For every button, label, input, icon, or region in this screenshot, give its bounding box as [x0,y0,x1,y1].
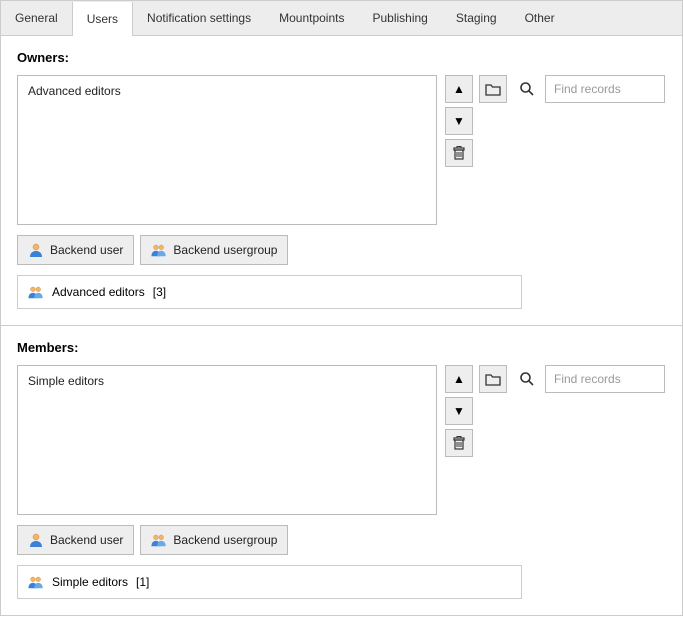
group-icon [151,532,167,548]
folder-icon [485,371,501,387]
record-label: Simple editors [52,575,128,589]
members-backend-user-button[interactable]: Backend user [17,525,134,555]
panel: General Users Notification settings Moun… [0,0,683,616]
members-list-row: Simple editors ▲ ▼ [17,365,666,515]
tab-users[interactable]: Users [72,2,133,36]
triangle-down-icon: ▼ [453,404,465,418]
folder-icon [485,81,501,97]
search-icon [519,81,535,97]
members-move-down-button[interactable]: ▼ [445,397,473,425]
members-delete-button[interactable] [445,429,473,457]
group-icon [151,242,167,258]
members-browse-button[interactable] [479,365,507,393]
triangle-up-icon: ▲ [453,372,465,386]
record-count: [3] [153,285,166,299]
members-title: Members: [17,340,666,355]
owners-move-down-button[interactable]: ▼ [445,107,473,135]
tab-general[interactable]: General [1,1,72,35]
members-backend-usergroup-button[interactable]: Backend usergroup [140,525,288,555]
owners-browse-button[interactable] [479,75,507,103]
tab-notification-settings[interactable]: Notification settings [133,1,265,35]
members-search [513,365,665,393]
owners-search-icon-wrap [513,75,541,103]
group-icon [28,284,44,300]
triangle-down-icon: ▼ [453,114,465,128]
members-side-controls: ▲ ▼ [445,365,665,457]
members-section: Members: Simple editors ▲ ▼ [1,325,682,615]
members-record-row[interactable]: Simple editors [1] [17,565,522,599]
owners-move-up-button[interactable]: ▲ [445,75,473,103]
group-icon [28,574,44,590]
owners-delete-button[interactable] [445,139,473,167]
owners-search-input[interactable] [545,75,665,103]
members-listbox[interactable]: Simple editors [17,365,437,515]
members-search-icon-wrap [513,365,541,393]
trash-icon [451,435,467,451]
owners-backend-user-button[interactable]: Backend user [17,235,134,265]
listbox-item[interactable]: Simple editors [28,374,426,388]
tab-staging[interactable]: Staging [442,1,511,35]
owners-list-row: Advanced editors ▲ ▼ [17,75,666,225]
button-label: Backend user [50,243,123,257]
user-icon [28,242,44,258]
owners-section: Owners: Advanced editors ▲ ▼ [1,36,682,325]
user-icon [28,532,44,548]
members-search-input[interactable] [545,365,665,393]
record-label: Advanced editors [52,285,145,299]
tab-mountpoints[interactable]: Mountpoints [265,1,358,35]
trash-icon [451,145,467,161]
search-icon [519,371,535,387]
listbox-item[interactable]: Advanced editors [28,84,426,98]
owners-backend-usergroup-button[interactable]: Backend usergroup [140,235,288,265]
triangle-up-icon: ▲ [453,82,465,96]
members-button-row: Backend user Backend usergroup [17,525,666,555]
owners-search [513,75,665,103]
tab-content: Owners: Advanced editors ▲ ▼ [1,36,682,615]
record-count: [1] [136,575,149,589]
owners-listbox[interactable]: Advanced editors [17,75,437,225]
button-label: Backend usergroup [173,533,277,547]
tab-publishing[interactable]: Publishing [358,1,441,35]
tab-other[interactable]: Other [511,1,569,35]
owners-record-row[interactable]: Advanced editors [3] [17,275,522,309]
owners-side-controls: ▲ ▼ [445,75,665,167]
tabs: General Users Notification settings Moun… [1,1,682,36]
button-label: Backend usergroup [173,243,277,257]
members-move-up-button[interactable]: ▲ [445,365,473,393]
owners-button-row: Backend user Backend usergroup [17,235,666,265]
owners-title: Owners: [17,50,666,65]
button-label: Backend user [50,533,123,547]
